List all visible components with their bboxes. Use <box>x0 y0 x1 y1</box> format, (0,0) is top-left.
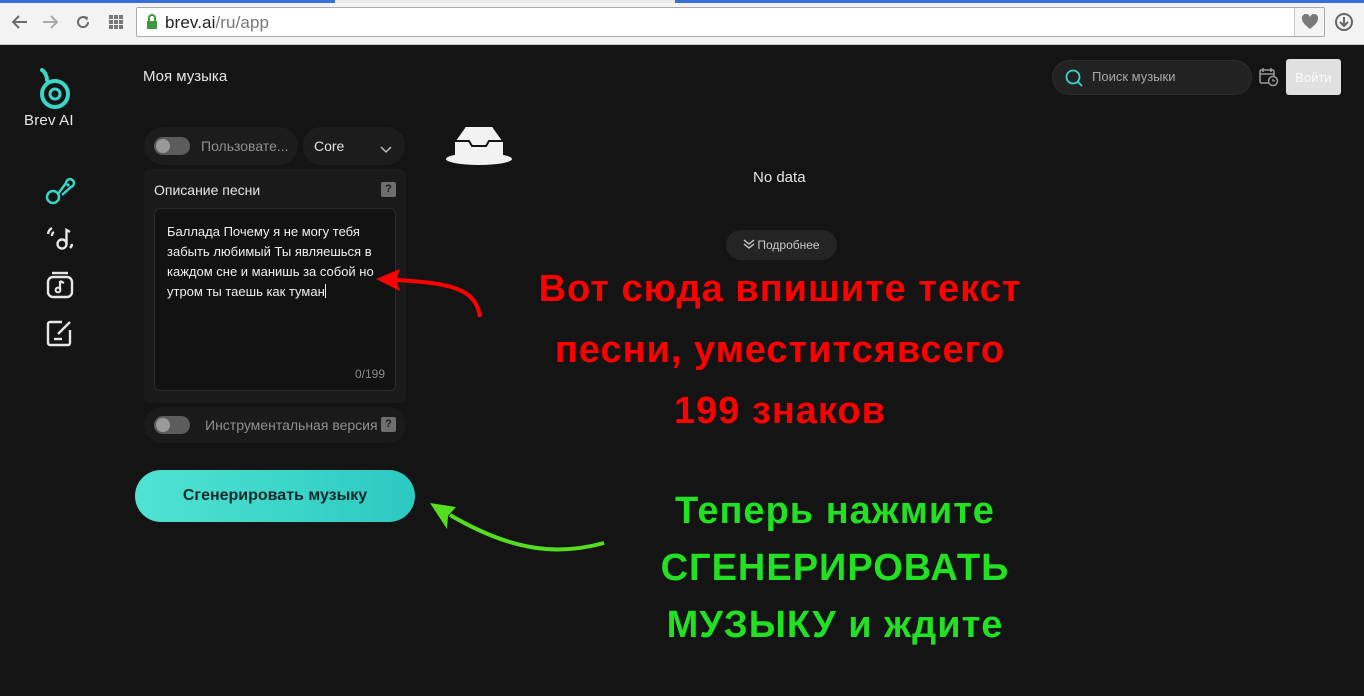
green-annotation-line: Теперь нажмите <box>675 490 995 532</box>
forward-arrow-icon[interactable] <box>40 12 60 32</box>
more-details-label: Подробнее <box>757 238 820 252</box>
radio-music-icon[interactable] <box>44 222 76 254</box>
calendar-clock-icon[interactable] <box>1259 67 1279 92</box>
lock-icon <box>146 14 158 35</box>
chevron-down-icon <box>380 141 392 159</box>
green-annotation: Теперь нажмите СГЕНЕРИРОВАТЬ МУЗЫКУ и жд… <box>590 483 1080 654</box>
green-annotation-line: СГЕНЕРИРОВАТЬ <box>660 547 1010 589</box>
custom-mode-toggle[interactable] <box>154 137 190 155</box>
green-arrow-icon <box>430 503 605 552</box>
logo-text: Brev AI <box>24 112 74 129</box>
model-select[interactable]: Core <box>303 127 405 165</box>
url-text: brev.ai/ru/app <box>165 13 270 32</box>
char-counter: 0/199 <box>354 367 385 381</box>
instrumental-toggle[interactable] <box>154 416 190 434</box>
song-description-textarea[interactable]: Баллада Почему я не могу тебя забыть люб… <box>154 208 396 391</box>
music-note-icon[interactable] <box>44 175 76 207</box>
red-annotation-line: Вот сюда впишите текст <box>538 268 1022 310</box>
toggle-knob <box>156 418 170 432</box>
instrumental-label: Инструментальная версия <box>205 417 378 433</box>
browser-tab-gap <box>335 0 675 3</box>
double-chevron-down-icon <box>743 238 755 252</box>
browser-toolbar: brev.ai/ru/app <box>0 0 1364 45</box>
search-box[interactable] <box>1052 60 1252 95</box>
page-title: Моя музыка <box>143 68 228 85</box>
instrumental-row: Инструментальная версия ? <box>144 407 406 443</box>
browser-tab-strip <box>0 0 1364 3</box>
song-description-label: Описание песни <box>154 182 261 198</box>
custom-mode-row: Пользовате... <box>144 127 298 165</box>
custom-mode-label: Пользовате... <box>201 138 289 154</box>
more-details-button[interactable]: Подробнее <box>726 230 837 260</box>
song-description-text: Баллада Почему я не могу тебя забыть люб… <box>167 224 374 299</box>
help-icon[interactable]: ? <box>381 417 396 432</box>
red-annotation-line: песни, уместитсявсего <box>554 329 1006 371</box>
reload-icon[interactable] <box>73 12 93 32</box>
search-icon <box>1065 69 1083 92</box>
song-description-panel: Описание песни ? Баллада Почему я не мог… <box>144 169 406 403</box>
model-select-value: Core <box>314 138 345 154</box>
music-library-icon[interactable] <box>44 268 76 300</box>
login-button[interactable]: Войти <box>1286 59 1341 95</box>
no-data-text: No data <box>753 169 806 186</box>
red-annotation-line: 199 знаков <box>673 390 887 432</box>
brev-logo-icon[interactable] <box>22 68 84 117</box>
app-root: Brev AI Моя музыка Поиск музыки Войти По… <box>0 45 1364 696</box>
empty-inbox-icon <box>445 123 513 172</box>
red-annotation: Вот сюда впишите текст песни, уместитсяв… <box>470 259 1090 442</box>
help-icon[interactable]: ? <box>381 182 396 197</box>
generate-music-button[interactable]: Сгенерировать музыку <box>135 470 415 522</box>
back-arrow-icon[interactable] <box>10 12 30 32</box>
address-bar[interactable]: brev.ai/ru/app <box>136 7 1325 37</box>
search-input[interactable] <box>1092 69 1242 84</box>
bookmark-heart-icon[interactable] <box>1294 8 1324 36</box>
toggle-knob <box>156 139 170 153</box>
edit-note-icon[interactable] <box>44 316 76 348</box>
download-icon[interactable] <box>1335 13 1353 36</box>
green-annotation-line: МУЗЫКУ и ждите <box>666 604 1004 646</box>
text-cursor <box>324 284 326 298</box>
speed-dial-grid-icon[interactable] <box>106 12 126 32</box>
